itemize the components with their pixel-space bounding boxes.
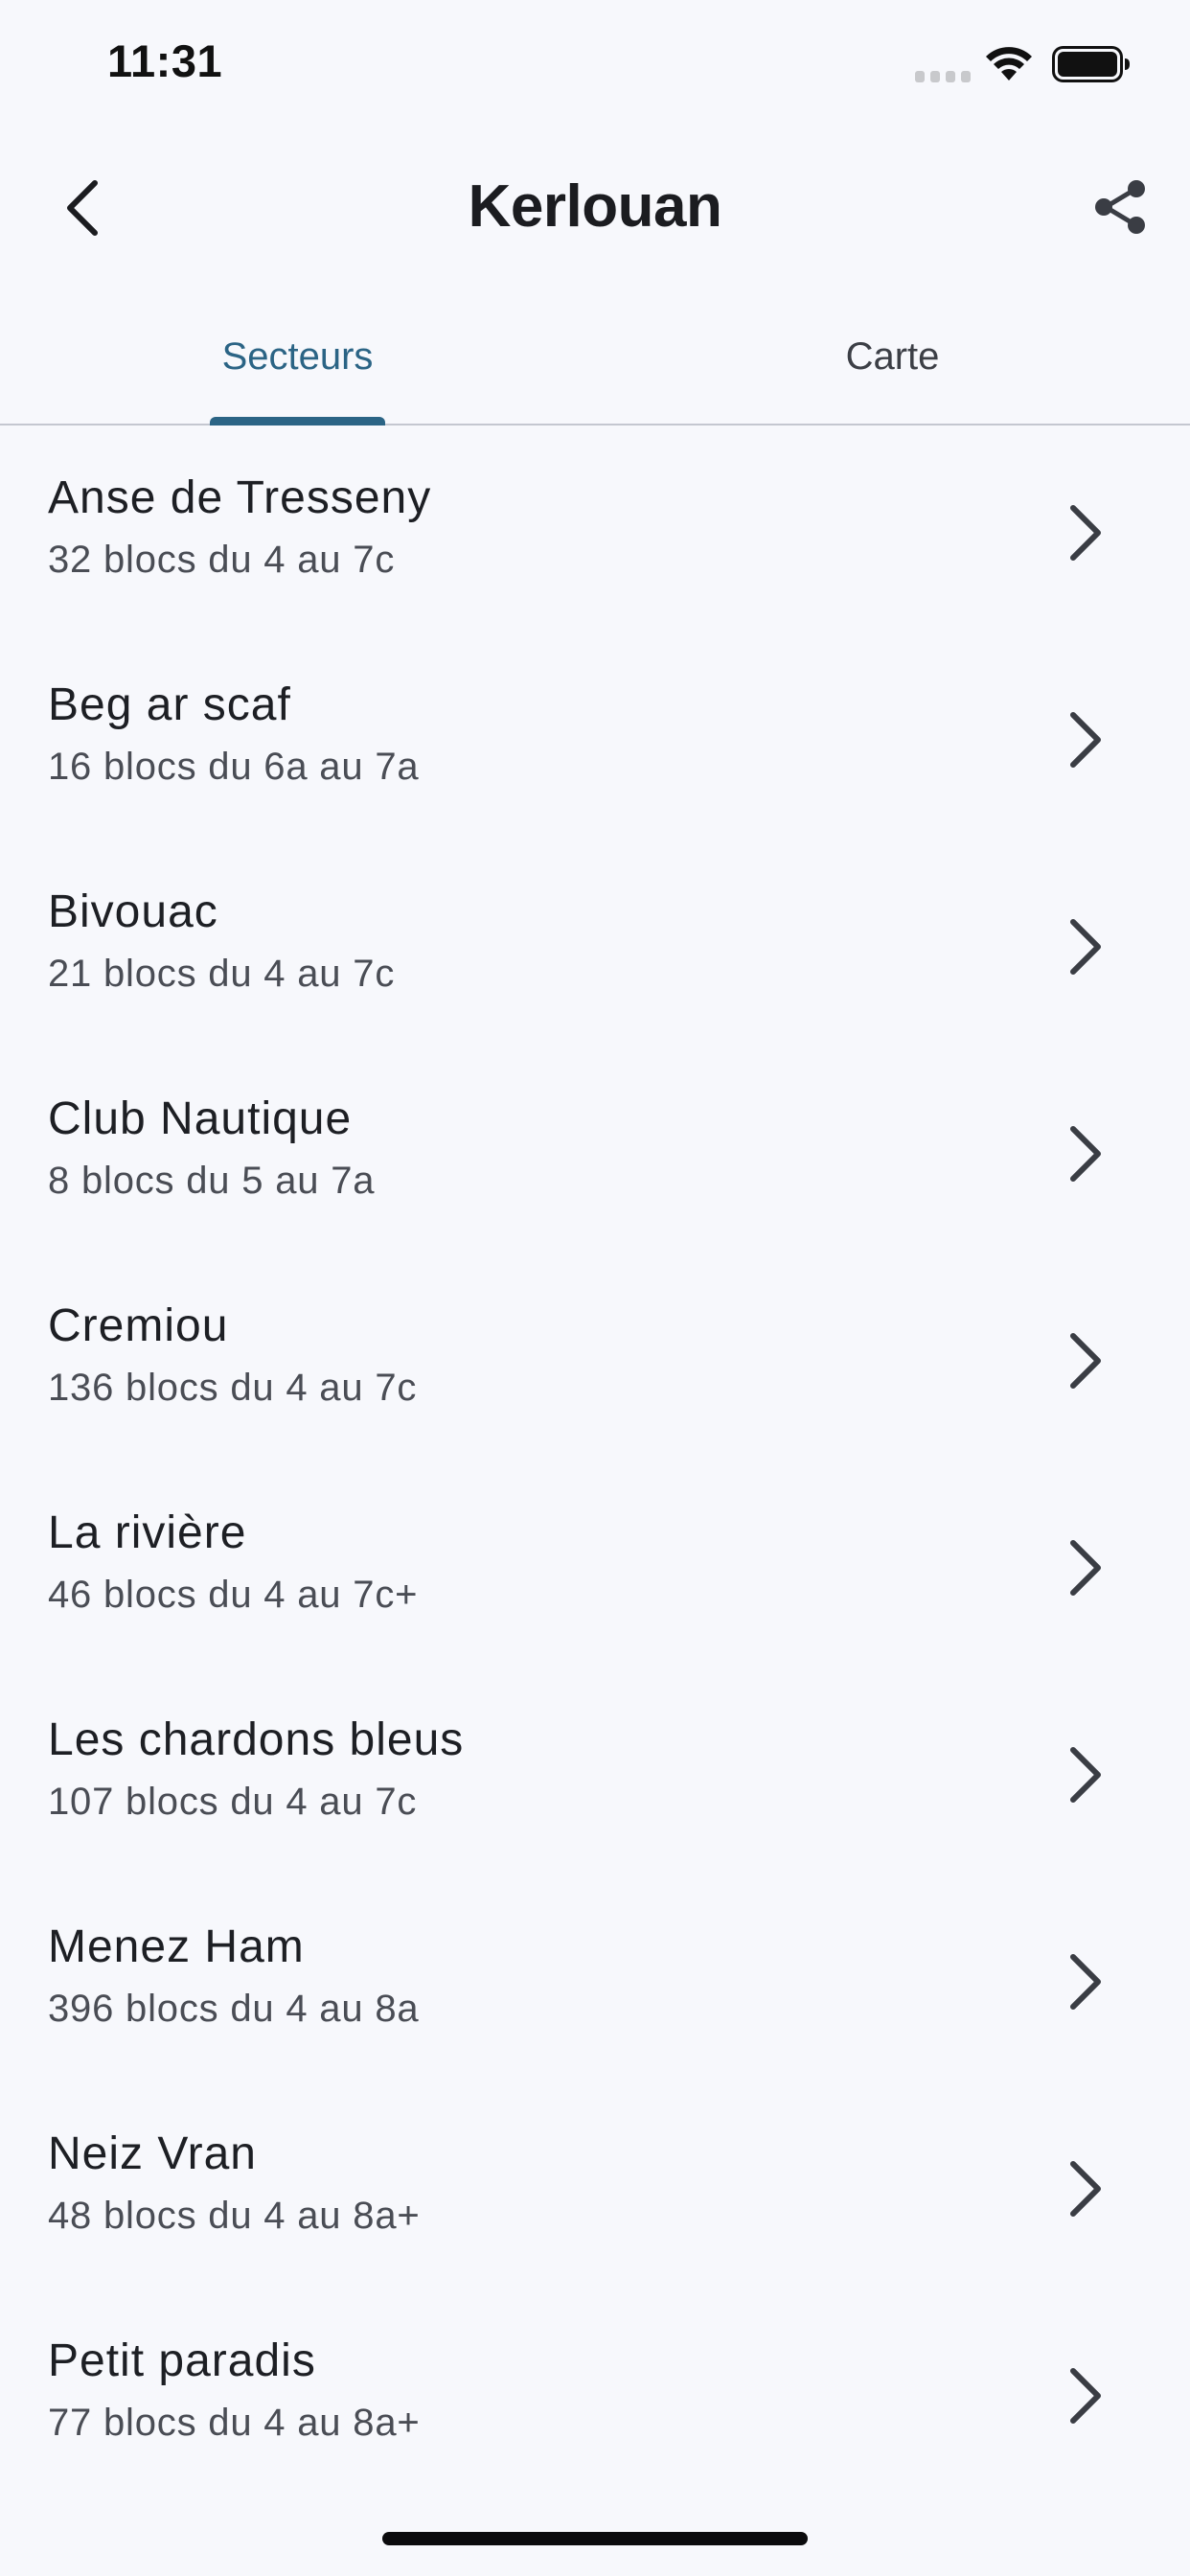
chevron-right-icon bbox=[1070, 1333, 1101, 1389]
sector-row-petit-paradis[interactable]: Petit paradis 77 blocs du 4 au 8a+ bbox=[0, 2288, 1190, 2496]
sector-info: 8 blocs du 5 au 7a bbox=[48, 1160, 376, 1202]
chevron-right-icon bbox=[1070, 1540, 1101, 1596]
home-indicator[interactable] bbox=[382, 2532, 808, 2545]
tab-bar: Secteurs Carte bbox=[0, 289, 1190, 426]
sector-name: Cremiou bbox=[48, 1300, 229, 1351]
chevron-right-icon bbox=[1070, 505, 1101, 561]
status-bar: 11:31 bbox=[0, 0, 1190, 126]
chevron-right-icon bbox=[1070, 1954, 1101, 2010]
chevron-right-icon bbox=[1070, 1747, 1101, 1803]
chevron-right-icon bbox=[1070, 712, 1101, 768]
sector-info: 136 blocs du 4 au 7c bbox=[48, 1367, 418, 1409]
sector-row-anse-de-tresseny[interactable]: Anse de Tresseny 32 blocs du 4 au 7c bbox=[0, 426, 1190, 632]
active-tab-indicator bbox=[210, 417, 385, 426]
sector-info: 396 blocs du 4 au 8a bbox=[48, 1988, 420, 2030]
sector-info: 77 blocs du 4 au 8a+ bbox=[48, 2402, 421, 2444]
tab-secteurs[interactable]: Secteurs bbox=[0, 289, 595, 424]
sector-info: 16 blocs du 6a au 7a bbox=[48, 746, 420, 788]
sector-list: Anse de Tresseny 32 blocs du 4 au 7c Beg… bbox=[0, 426, 1190, 2496]
sector-info: 32 blocs du 4 au 7c bbox=[48, 539, 396, 581]
navigation-bar: Kerlouan bbox=[0, 126, 1190, 289]
sector-name: Club Nautique bbox=[48, 1093, 353, 1144]
sector-row-neiz-vran[interactable]: Neiz Vran 48 blocs du 4 au 8a+ bbox=[0, 2082, 1190, 2288]
tab-carte[interactable]: Carte bbox=[595, 289, 1190, 424]
sector-name: Menez Ham bbox=[48, 1921, 305, 1972]
chevron-right-icon bbox=[1070, 2368, 1101, 2424]
sector-name: Petit paradis bbox=[48, 2335, 316, 2386]
sector-row-bivouac[interactable]: Bivouac 21 blocs du 4 au 7c bbox=[0, 840, 1190, 1046]
sector-info: 46 blocs du 4 au 7c+ bbox=[48, 1574, 419, 1616]
sector-name: Beg ar scaf bbox=[48, 679, 291, 730]
chevron-right-icon bbox=[1070, 1126, 1101, 1182]
sector-row-les-chardons-bleus[interactable]: Les chardons bleus 107 blocs du 4 au 7c bbox=[0, 1668, 1190, 1874]
chevron-right-icon bbox=[1070, 2161, 1101, 2217]
sector-row-cremiou[interactable]: Cremiou 136 blocs du 4 au 7c bbox=[0, 1254, 1190, 1460]
sector-name: La rivière bbox=[48, 1507, 247, 1558]
signal-icon bbox=[915, 71, 971, 82]
sector-name: Bivouac bbox=[48, 886, 218, 937]
sector-row-beg-ar-scaf[interactable]: Beg ar scaf 16 blocs du 6a au 7a bbox=[0, 632, 1190, 840]
sector-row-la-riviere[interactable]: La rivière 46 blocs du 4 au 7c+ bbox=[0, 1460, 1190, 1668]
sector-info: 107 blocs du 4 au 7c bbox=[48, 1781, 418, 1823]
sector-info: 21 blocs du 4 au 7c bbox=[48, 953, 396, 995]
sector-row-menez-ham[interactable]: Menez Ham 396 blocs du 4 au 8a bbox=[0, 1874, 1190, 2082]
share-button[interactable] bbox=[1083, 169, 1159, 245]
sector-name: Neiz Vran bbox=[48, 2128, 257, 2179]
status-time: 11:31 bbox=[107, 35, 223, 86]
wifi-icon bbox=[986, 47, 1032, 80]
sector-name: Anse de Tresseny bbox=[48, 472, 432, 523]
share-icon bbox=[1095, 180, 1145, 234]
chevron-right-icon bbox=[1070, 919, 1101, 975]
sector-row-club-nautique[interactable]: Club Nautique 8 blocs du 5 au 7a bbox=[0, 1046, 1190, 1254]
sector-info: 48 blocs du 4 au 8a+ bbox=[48, 2195, 421, 2237]
battery-icon bbox=[1052, 46, 1130, 82]
sector-name: Les chardons bleus bbox=[48, 1714, 465, 1765]
page-title: Kerlouan bbox=[468, 173, 722, 240]
